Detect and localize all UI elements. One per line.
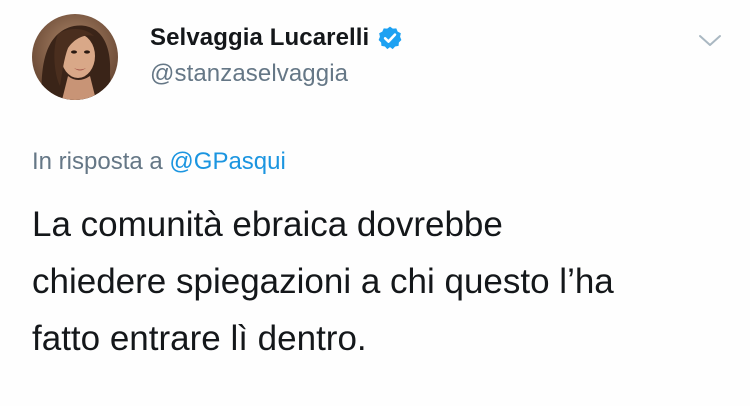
chevron-down-icon[interactable]	[697, 32, 723, 50]
tweet-card: Selvaggia Lucarelli @stanzaselvaggia In …	[0, 0, 750, 406]
reply-prefix: In risposta a	[32, 148, 163, 175]
reply-context: In risposta a @GPasqui	[32, 148, 286, 176]
avatar[interactable]	[32, 14, 118, 100]
tweet-text-line: chiedere spiegazioni a chi questo l’ha	[32, 262, 614, 301]
display-name[interactable]: Selvaggia Lucarelli	[150, 24, 369, 52]
tweet-text: La comunità ebraica dovrebbe chiedere sp…	[32, 196, 732, 367]
reply-mention-link[interactable]: @GPasqui	[169, 148, 285, 175]
handle[interactable]: @stanzaselvaggia	[150, 60, 348, 88]
author-row: Selvaggia Lucarelli	[150, 22, 403, 54]
verified-badge-icon	[377, 25, 403, 51]
tweet-text-line: fatto entrare lì dentro.	[32, 319, 367, 358]
tweet-text-line: La comunità ebraica dovrebbe	[32, 205, 503, 244]
